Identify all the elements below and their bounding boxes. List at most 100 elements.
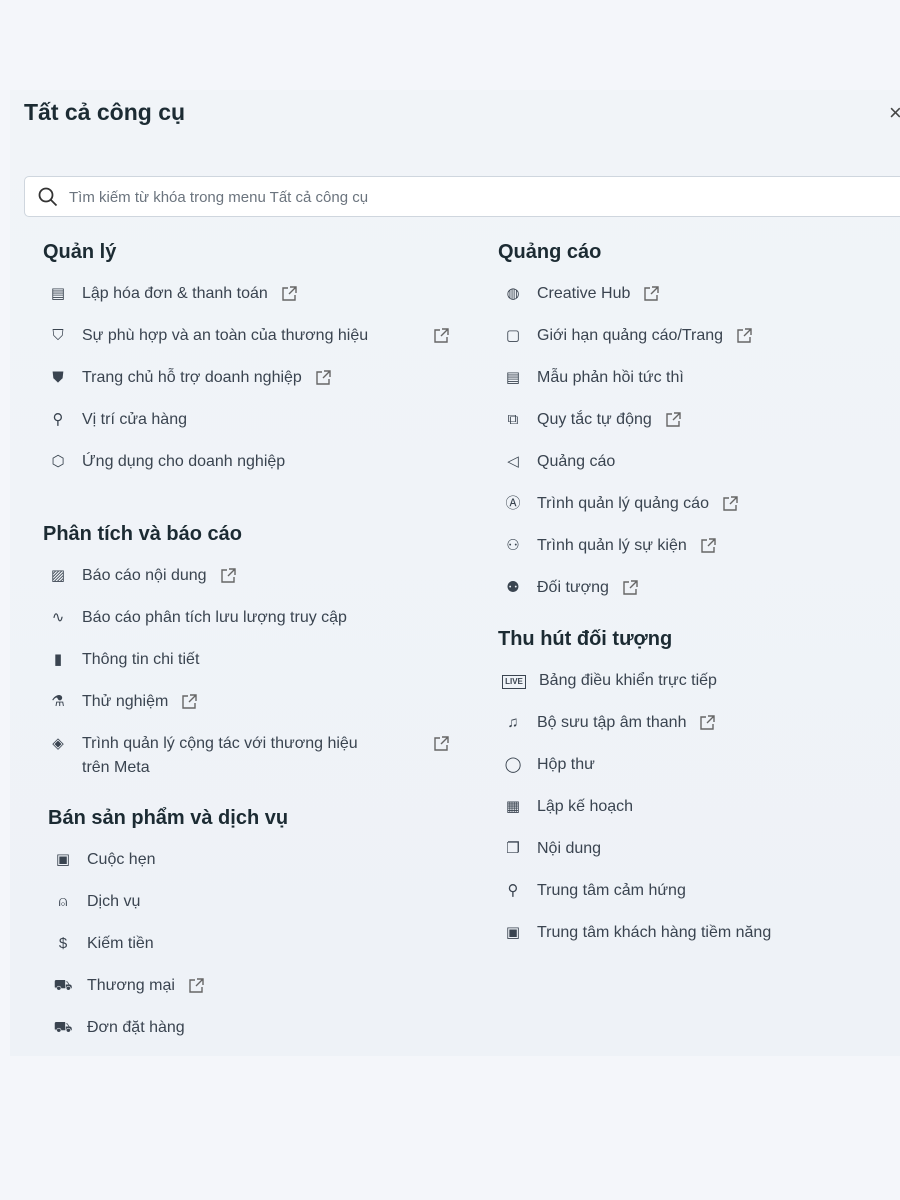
tool-item[interactable]: ⛉ Sự phù hợp và an toàn của thương hiệu bbox=[43, 315, 450, 357]
tool-item[interactable]: ◈ Trình quản lý cộng tác với thương hiệu … bbox=[43, 723, 450, 789]
tool-item-label: Vị trí cửa hàng bbox=[82, 411, 187, 428]
tool-item-label: Quy tắc tự động bbox=[537, 411, 652, 428]
section-heading: Quảng cáo bbox=[498, 241, 602, 263]
tool-item-label: Dịch vụ bbox=[87, 893, 141, 910]
close-icon[interactable]: × bbox=[889, 100, 900, 126]
external-link-icon[interactable] bbox=[219, 564, 237, 588]
tool-item[interactable]: ♫ Bộ sưu tập âm thanh bbox=[498, 702, 771, 744]
planner-grid-icon: ▦ bbox=[505, 798, 521, 815]
tool-item[interactable]: ◁ Quảng cáo bbox=[498, 441, 753, 483]
external-link-icon[interactable] bbox=[735, 324, 753, 348]
traffic-line-icon: ∿ bbox=[51, 609, 65, 626]
external-link-icon[interactable] bbox=[314, 366, 332, 390]
support-shield-icon: ⛊ bbox=[52, 369, 64, 386]
tool-item[interactable]: $ Kiếm tiền bbox=[48, 923, 288, 965]
dollar-circle-icon: $ bbox=[58, 935, 68, 952]
tool-item[interactable]: ⍝ Dịch vụ bbox=[48, 881, 288, 923]
tool-item[interactable]: ❐ Nội dung bbox=[498, 828, 771, 870]
tool-item[interactable]: ▣ Cuộc hẹn bbox=[48, 839, 288, 881]
tool-item-label: Trung tâm khách hàng tiềm năng bbox=[537, 924, 772, 941]
calendar-star-icon: ▣ bbox=[55, 851, 71, 868]
contact-card-icon: ▣ bbox=[505, 924, 521, 941]
tool-item-label: Hộp thư bbox=[537, 756, 595, 773]
external-link-icon[interactable] bbox=[664, 408, 682, 432]
external-link-icon[interactable] bbox=[698, 711, 716, 735]
service-bell-icon: ⍝ bbox=[58, 893, 68, 910]
events-manager-icon: ⚇ bbox=[506, 537, 520, 554]
tool-item[interactable]: Ⓐ Trình quản lý quảng cáo bbox=[498, 483, 753, 525]
tool-item[interactable]: ▤ Mẫu phản hồi tức thì bbox=[498, 357, 753, 399]
content-icon: ❐ bbox=[506, 840, 520, 857]
audience-icon: ⚉ bbox=[506, 579, 520, 596]
tool-item[interactable]: ⬡ Ứng dụng cho doanh nghiệp bbox=[43, 441, 450, 483]
tool-item-label: Mẫu phản hồi tức thì bbox=[537, 369, 684, 386]
tool-item[interactable]: ⚉ Đối tượng bbox=[498, 567, 753, 609]
tool-item-label: Quảng cáo bbox=[537, 453, 616, 470]
automation-rules-icon: ⧉ bbox=[507, 411, 519, 428]
cube-icon: ⬡ bbox=[51, 453, 65, 470]
bar-chart-icon: ▮ bbox=[53, 651, 63, 668]
handshake-icon: ◈ bbox=[52, 735, 64, 752]
section-heading: Quản lý bbox=[43, 241, 117, 263]
search-box[interactable] bbox=[24, 176, 900, 218]
tool-item[interactable]: ⛟ Đơn đặt hàng bbox=[48, 1007, 288, 1049]
tool-item-label: Trung tâm cảm hứng bbox=[537, 882, 686, 899]
tool-section: Bán sản phẩm và dịch vụ ▣ Cuộc hẹn ⍝ Dịch vụ… bbox=[48, 803, 288, 1049]
external-link-icon[interactable] bbox=[280, 282, 298, 306]
external-link-icon[interactable] bbox=[432, 324, 450, 348]
external-link-icon[interactable] bbox=[621, 576, 639, 600]
tool-item[interactable]: ⛟ Thương mại bbox=[48, 965, 288, 1007]
tool-item-label: Giới hạn quảng cáo/Trang bbox=[537, 327, 724, 344]
image-report-icon: ▨ bbox=[50, 567, 66, 584]
external-link-icon[interactable] bbox=[432, 732, 450, 756]
screen-icon: ▢ bbox=[505, 327, 521, 344]
tool-item-label: Trình quản lý sự kiện bbox=[537, 537, 687, 554]
tool-item-label: Thông tin chi tiết bbox=[82, 651, 200, 668]
tool-item[interactable]: ⚲ Trung tâm cảm hứng bbox=[498, 870, 771, 912]
external-link-icon[interactable] bbox=[187, 974, 205, 998]
tool-item[interactable]: ⛊ Trang chủ hỗ trợ doanh nghiệp bbox=[43, 357, 450, 399]
external-link-icon[interactable] bbox=[642, 282, 660, 306]
external-link-icon[interactable] bbox=[180, 690, 198, 714]
tool-item[interactable]: LIVE Bảng điều khiển trực tiếp bbox=[498, 660, 771, 702]
tool-item[interactable]: ▤ Lập hóa đơn & thanh toán bbox=[43, 273, 450, 315]
flask-icon: ⚗ bbox=[51, 693, 65, 710]
search-icon bbox=[38, 187, 58, 207]
tool-section: Phân tích và báo cáo ▨ Báo cáo nội dung ∿ Bá… bbox=[43, 519, 450, 789]
section-heading: Thu hút đối tượng bbox=[498, 628, 673, 650]
tool-item-label: Trang chủ hỗ trợ doanh nghiệp bbox=[82, 369, 302, 386]
external-link-icon[interactable] bbox=[721, 492, 739, 516]
tool-item[interactable]: ▮ Thông tin chi tiết bbox=[43, 639, 450, 681]
tool-item-label: Lập kế hoạch bbox=[537, 798, 634, 815]
palette-icon: ◍ bbox=[506, 285, 520, 302]
tool-item-label: Bảng điều khiển trực tiếp bbox=[539, 672, 717, 689]
tool-item[interactable]: ⧉ Quy tắc tự động bbox=[498, 399, 753, 441]
tool-section: Thu hút đối tượng LIVE Bảng điều khiển trự… bbox=[498, 624, 771, 954]
tool-item[interactable]: ◯ Hộp thư bbox=[498, 744, 771, 786]
tool-section: Quản lý ▤ Lập hóa đơn & thanh toán ⛉ Sự phù … bbox=[43, 237, 450, 483]
tool-item[interactable]: ▦ Lập kế hoạch bbox=[498, 786, 771, 828]
tool-item[interactable]: ▢ Giới hạn quảng cáo/Trang bbox=[498, 315, 753, 357]
page-title: Tất cả công cụ bbox=[24, 99, 186, 125]
megaphone-icon: ◁ bbox=[507, 453, 519, 470]
tool-item-label: Bộ sưu tập âm thanh bbox=[537, 714, 687, 731]
tool-item-label: Nội dung bbox=[537, 840, 602, 857]
tool-item[interactable]: ⚗ Thử nghiệm bbox=[43, 681, 450, 723]
tool-item[interactable]: ∿ Báo cáo phân tích lưu lượng truy cập bbox=[43, 597, 450, 639]
search-input[interactable] bbox=[67, 177, 871, 218]
tool-item-label: Ứng dụng cho doanh nghiệp bbox=[82, 453, 286, 470]
form-icon: ▤ bbox=[505, 369, 521, 386]
ads-manager-icon: Ⓐ bbox=[505, 495, 521, 512]
location-pin-icon: ⚲ bbox=[52, 411, 64, 428]
tool-item[interactable]: ▨ Báo cáo nội dung bbox=[43, 555, 450, 597]
lightbulb-icon: ⚲ bbox=[507, 882, 519, 899]
tool-item[interactable]: ⚇ Trình quản lý sự kiện bbox=[498, 525, 753, 567]
section-heading: Bán sản phẩm và dịch vụ bbox=[48, 807, 289, 829]
tool-item[interactable]: ◍ Creative Hub bbox=[498, 273, 753, 315]
external-link-icon[interactable] bbox=[699, 534, 717, 558]
tool-item-label: Đối tượng bbox=[537, 579, 609, 596]
section-heading: Phân tích và báo cáo bbox=[43, 523, 242, 545]
tool-item[interactable]: ⚲ Vị trí cửa hàng bbox=[43, 399, 450, 441]
tool-item-label: Creative Hub bbox=[537, 285, 631, 302]
tool-item[interactable]: ▣ Trung tâm khách hàng tiềm năng bbox=[498, 912, 771, 954]
